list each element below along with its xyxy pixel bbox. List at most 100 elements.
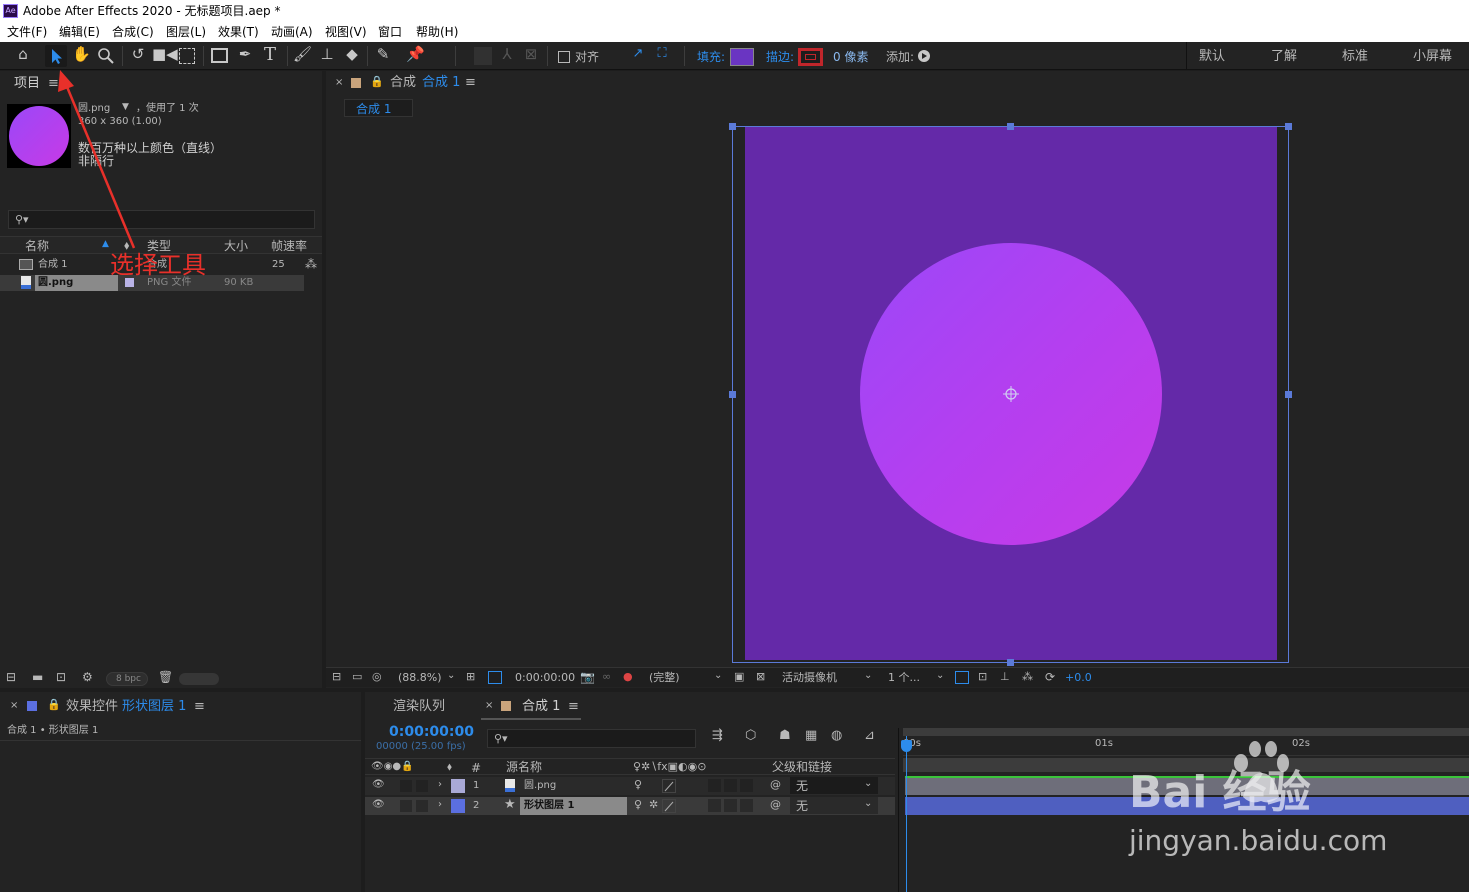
reset-exposure-icon[interactable]: ⟳	[1045, 671, 1055, 683]
project-scrollbar[interactable]	[179, 673, 219, 685]
snap-options-icon[interactable]: ⛶	[654, 47, 670, 60]
add-menu-icon[interactable]	[918, 50, 930, 62]
layer-label-color[interactable]	[451, 779, 465, 793]
menu-edit[interactable]: 编辑(E)	[59, 26, 100, 38]
close-tab-icon[interactable]: ×	[485, 701, 493, 711]
menu-effect[interactable]: 效果(T)	[218, 26, 259, 38]
handle-middle-left[interactable]	[729, 391, 736, 398]
comp-tab-name[interactable]: 合成 1	[422, 76, 460, 89]
resolution-dropdown-icon[interactable]: ⌄	[714, 671, 722, 681]
project-settings-icon[interactable]: ⚙	[82, 671, 93, 683]
comp-flowchart-icon[interactable]: ⊥	[1000, 671, 1010, 682]
zoom-value[interactable]: (88.8%)	[398, 672, 442, 683]
handle-top-right[interactable]	[1285, 123, 1292, 130]
hand-tool-icon[interactable]: ✋	[72, 47, 91, 62]
motion-blur-icon[interactable]: ◍	[831, 729, 842, 742]
handle-middle-right[interactable]	[1285, 391, 1292, 398]
views-value[interactable]: 1 个...	[888, 672, 920, 683]
always-preview-icon[interactable]: ⊟	[332, 671, 341, 682]
pickwhip-icon[interactable]: @	[770, 779, 781, 790]
parent-dropdown[interactable]: 无 ⌄	[790, 777, 878, 794]
region-of-interest-icon[interactable]: ▣	[734, 671, 744, 682]
handle-bottom-center[interactable]	[1007, 659, 1014, 666]
zoom-tool-icon[interactable]	[97, 47, 115, 68]
stroke-label[interactable]: 描边:	[766, 51, 794, 63]
layer-row[interactable]: 👁 › 2 ★ 形状图层 1 ♀ ✲ @ 无 ⌄	[365, 797, 895, 815]
handle-top-center[interactable]	[1007, 123, 1014, 130]
workspace-default[interactable]: 默认	[1199, 50, 1225, 63]
camera-view-value[interactable]: 活动摄像机	[782, 672, 837, 683]
shy-switch-icon[interactable]: ♀	[634, 799, 642, 810]
handle-top-left[interactable]	[729, 123, 736, 130]
label-tag-icon[interactable]: ⬧	[124, 239, 129, 251]
sort-arrow-icon[interactable]: ▲	[102, 240, 109, 249]
pickwhip-icon[interactable]: @	[770, 799, 781, 810]
layer-label-color[interactable]	[451, 799, 465, 813]
align-checkbox[interactable]	[558, 51, 570, 63]
layer-name[interactable]: 形状图层 1	[524, 801, 574, 811]
interpret-footage-icon[interactable]: ⊟	[6, 671, 16, 683]
eye-icon[interactable]: 👁	[372, 800, 385, 810]
parent-column[interactable]: 父级和链接	[772, 761, 832, 773]
menu-layer[interactable]: 图层(L)	[166, 26, 206, 38]
camera-tool-icon[interactable]: ■◀	[152, 47, 178, 62]
render-queue-tab[interactable]: 渲染队列	[393, 700, 445, 713]
preview-dropdown-icon[interactable]: ▼	[122, 103, 129, 112]
quality-switch[interactable]	[662, 779, 676, 793]
rotate-tool-icon[interactable]: ↺	[129, 47, 147, 62]
quality-switch[interactable]	[662, 799, 676, 813]
clone-stamp-icon[interactable]: ⊥	[318, 47, 336, 62]
selection-tool-icon[interactable]	[45, 45, 67, 67]
lock-icon[interactable]: 🔒	[370, 76, 384, 87]
effects-menu-icon[interactable]: ≡	[194, 700, 205, 713]
channel-icon[interactable]: ●	[623, 671, 633, 682]
playhead-icon[interactable]	[901, 740, 912, 752]
new-folder-icon[interactable]: ▬	[32, 671, 43, 683]
workspace-learn[interactable]: 了解	[1271, 50, 1297, 63]
layer-row[interactable]: 👁 › 1 圆.png ♀ @ 无 ⌄	[365, 777, 895, 795]
timeline-menu-icon[interactable]: ≡	[568, 700, 579, 713]
expand-chevron-icon[interactable]: ›	[438, 780, 442, 790]
new-composition-icon[interactable]: ⊡	[56, 671, 66, 683]
roto-brush-icon[interactable]: ✎	[374, 47, 392, 62]
comp-breadcrumb[interactable]: 合成 1	[344, 99, 413, 117]
draft-3d-icon[interactable]: ⬡	[745, 729, 756, 742]
bpc-button[interactable]: 8 bpc	[106, 672, 148, 686]
local-axis-icon[interactable]	[474, 47, 492, 65]
shy-layers-icon[interactable]: ☗	[779, 729, 791, 742]
layer-name[interactable]: 圆.png	[524, 781, 556, 791]
fill-swatch[interactable]	[730, 48, 754, 66]
shy-switch-icon[interactable]: ♀	[634, 779, 642, 790]
pen-tool-icon[interactable]: ✒	[236, 47, 254, 62]
menu-composition[interactable]: 合成(C)	[112, 26, 154, 38]
anchor-point-icon[interactable]	[1002, 385, 1020, 403]
timeline-search-input[interactable]: ⚲▾	[487, 729, 696, 748]
menu-view[interactable]: 视图(V)	[325, 26, 367, 38]
flowchart-icon[interactable]: ⁂	[305, 258, 317, 270]
current-timecode[interactable]: 0:00:00:00	[389, 725, 474, 739]
comp-timeline-tab[interactable]: 合成 1	[522, 700, 560, 713]
menu-window[interactable]: 窗口	[378, 26, 402, 38]
stroke-width-value[interactable]: 0 像素	[833, 51, 868, 63]
fast-preview-icon[interactable]	[955, 671, 969, 684]
toggle-transparency-icon[interactable]: ⊠	[756, 671, 765, 682]
collapse-switch-icon[interactable]: ✲	[649, 799, 658, 810]
source-name-column[interactable]: 源名称	[506, 761, 542, 773]
column-name[interactable]: 名称	[25, 240, 49, 252]
mask-icon[interactable]: ◎	[372, 671, 382, 682]
frame-blending-icon[interactable]: ▦	[805, 729, 817, 742]
flowchart-view-icon[interactable]: ⁂	[1022, 671, 1033, 682]
graph-editor-icon[interactable]: ⊿	[864, 729, 875, 742]
resolution-value[interactable]: (完整)	[649, 672, 680, 683]
rectangle-tool-icon[interactable]	[211, 48, 228, 63]
snapshot-icon[interactable]: 📷	[580, 671, 595, 683]
show-snapshot-icon[interactable]: ∞	[602, 671, 611, 682]
trash-icon[interactable]: 🗑	[158, 671, 173, 683]
column-size[interactable]: 大小	[224, 240, 248, 252]
close-tab-icon[interactable]: ×	[10, 701, 18, 711]
parent-dropdown[interactable]: 无 ⌄	[790, 797, 878, 814]
home-icon[interactable]: ⌂	[14, 47, 32, 62]
timecode-display[interactable]: 0:00:00:00	[515, 672, 575, 683]
column-fps[interactable]: 帧速率	[271, 240, 307, 252]
lock-icon[interactable]: 🔒	[47, 699, 61, 710]
